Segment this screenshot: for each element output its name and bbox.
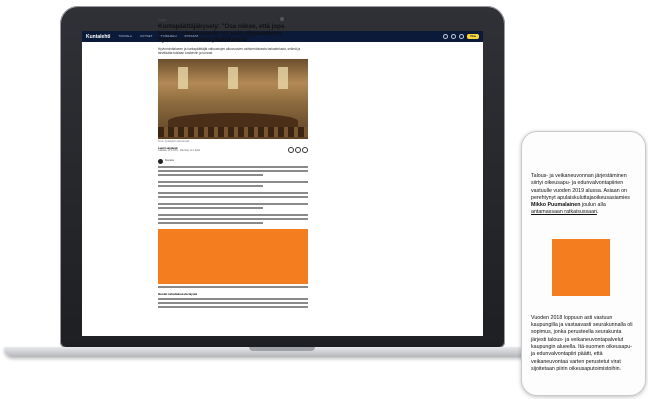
photo-window bbox=[178, 66, 188, 89]
body-text-line bbox=[158, 222, 263, 224]
share-twitter-icon[interactable] bbox=[295, 146, 301, 153]
article-kicker: Uutiset bbox=[158, 19, 167, 22]
laptop-base bbox=[4, 347, 560, 357]
photo-window bbox=[228, 66, 238, 89]
body-text-line bbox=[158, 297, 308, 300]
listen-control[interactable]: Kuuntele bbox=[158, 158, 308, 164]
article-photo bbox=[158, 58, 308, 139]
body-text-line bbox=[158, 170, 308, 172]
share-link-icon[interactable] bbox=[302, 146, 308, 153]
body-text-line bbox=[158, 285, 308, 288]
site-logo[interactable]: Kuntalehti bbox=[86, 34, 110, 40]
user-icon[interactable] bbox=[451, 34, 457, 39]
article-lead: Hyvinvointialueen ja kuntapäättäjät valt… bbox=[158, 46, 301, 55]
article-subhead: Huolet rahoituksesta täysiä bbox=[158, 291, 198, 296]
photo-chairs bbox=[158, 126, 308, 137]
body-text-line bbox=[158, 301, 308, 304]
phone-paragraph-2: Vuoden 2018 loppuun asti vastuun kaupung… bbox=[531, 314, 633, 372]
phone-frame: Talous- ja veikaneuvonnan järjestäminen … bbox=[521, 131, 646, 396]
play-icon[interactable] bbox=[158, 158, 163, 164]
laptop-notch bbox=[249, 347, 315, 351]
nav-item-toimiala[interactable]: TOIMIALA bbox=[118, 35, 132, 38]
phone-screen: Talous- ja veikaneuvonnan järjestäminen … bbox=[531, 173, 635, 373]
body-text-line bbox=[158, 214, 308, 216]
share-buttons bbox=[288, 146, 308, 153]
body-text-line bbox=[158, 305, 308, 308]
article: Uutiset Kuntapäättäjäkysely: "Osa näkee,… bbox=[158, 19, 308, 308]
body-text-line bbox=[158, 218, 308, 220]
article-meta: Leeni Langbeck Julkaistu 12.1.2024 · Päi… bbox=[158, 146, 308, 153]
body-text-line bbox=[158, 203, 308, 205]
body-text-line bbox=[158, 181, 308, 183]
ruling-link[interactable]: antamassaan ratkaisussaan bbox=[531, 209, 597, 215]
nav-item-uutiset[interactable]: UUTISET bbox=[140, 35, 153, 38]
body-text-line bbox=[158, 166, 308, 168]
search-icon[interactable] bbox=[443, 34, 449, 39]
article-date: Julkaistu 12.1.2024 · Päivitetty 12.1.20… bbox=[158, 150, 201, 153]
body-text-line bbox=[158, 192, 308, 194]
photo-caption: Kuva: Jyväskylän valtuustosali bbox=[158, 140, 190, 143]
article-body bbox=[158, 166, 308, 224]
phone-paragraph-1: Talous- ja veikaneuvonnan järjestäminen … bbox=[531, 173, 630, 216]
phone-ad-placeholder[interactable] bbox=[552, 238, 610, 296]
photo-window bbox=[278, 66, 288, 89]
share-facebook-icon[interactable] bbox=[288, 146, 294, 153]
listen-label: Kuuntele bbox=[165, 160, 175, 163]
ad-placeholder[interactable] bbox=[158, 228, 308, 284]
menu-icon[interactable] bbox=[459, 34, 465, 39]
article-headline: Kuntapäättäjäkysely: "Osa näkee, että jo… bbox=[158, 23, 285, 44]
nav-actions: Tilaa bbox=[443, 34, 479, 39]
subscribe-button[interactable]: Tilaa bbox=[467, 34, 479, 39]
person-name: Mikko Puumalainen bbox=[531, 202, 581, 209]
